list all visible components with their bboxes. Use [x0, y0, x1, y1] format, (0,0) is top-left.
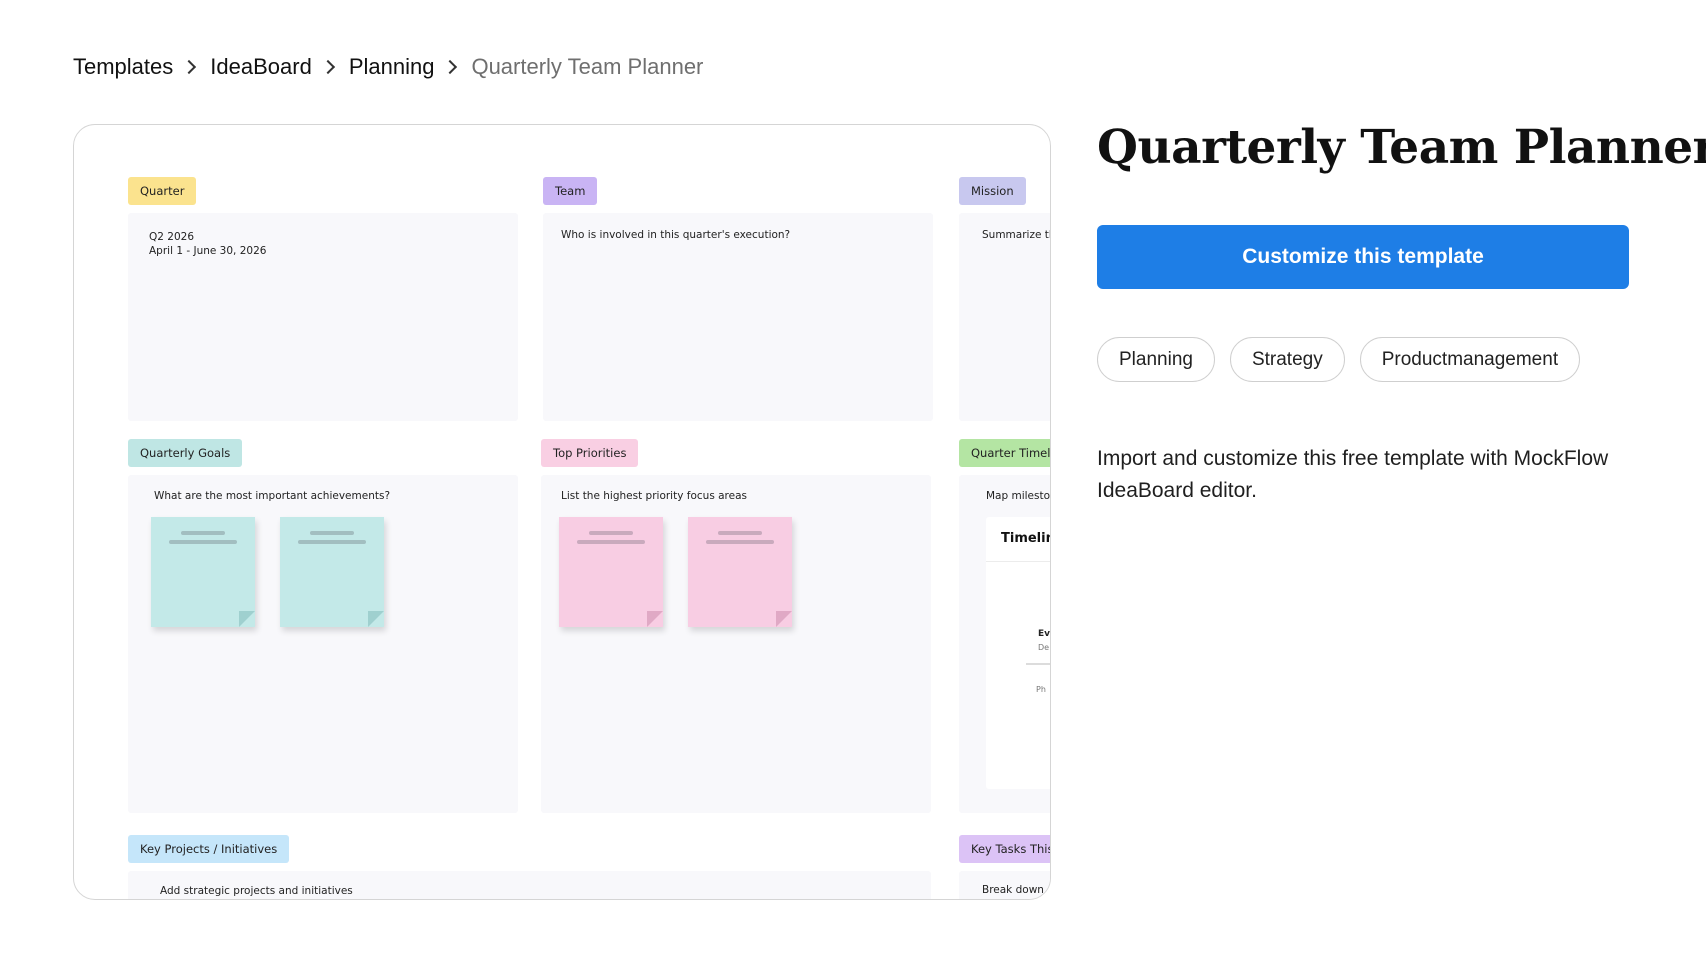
- projects-prompt: Add strategic projects and initiatives: [160, 885, 353, 897]
- tasks-prompt: Break down a: [982, 884, 1051, 896]
- sticky-note[interactable]: [688, 517, 792, 627]
- team-prompt: Who is involved in this quarter's execut…: [561, 229, 791, 241]
- page-title: Quarterly Team Planner: [1097, 120, 1706, 175]
- template-preview[interactable]: Quarter Q2 2026 April 1 - June 30, 2026 …: [73, 124, 1051, 900]
- quarter-range: April 1 - June 30, 2026: [149, 245, 267, 257]
- quarter-date: Q2 2026: [149, 231, 195, 243]
- mission-prompt: Summarize the: [982, 229, 1050, 241]
- tag-strategy[interactable]: Strategy: [1229, 337, 1345, 382]
- breadcrumb-templates[interactable]: Templates: [73, 54, 173, 80]
- team-tag: Team: [543, 177, 598, 205]
- sticky-note[interactable]: [280, 517, 384, 627]
- priorities-prompt: List the highest priority focus areas: [561, 490, 748, 502]
- sticky-note[interactable]: [151, 517, 255, 627]
- priorities-tag: Top Priorities: [541, 439, 639, 467]
- quarter-tag: Quarter: [128, 177, 197, 205]
- tag-productmanagement[interactable]: Productmanagement: [1359, 337, 1581, 382]
- board-canvas: Quarter Q2 2026 April 1 - June 30, 2026 …: [74, 125, 1051, 899]
- sticky-note[interactable]: [559, 517, 663, 627]
- mission-panel: [959, 213, 1050, 421]
- timeline-event-date: De: [1038, 643, 1050, 652]
- timeline-prompt: Map milestone: [986, 490, 1051, 502]
- team-panel: [543, 213, 933, 421]
- breadcrumb: Templates IdeaBoard Planning Quarterly T…: [73, 54, 703, 80]
- customize-template-button[interactable]: Customize this template: [1097, 225, 1629, 289]
- chevron-right-icon: [182, 59, 197, 75]
- tasks-tag: Key Tasks This Q: [959, 835, 1050, 863]
- breadcrumb-planning[interactable]: Planning: [349, 54, 435, 80]
- tag-planning[interactable]: Planning: [1097, 337, 1215, 382]
- breadcrumb-ideaboard[interactable]: IdeaBoard: [210, 54, 312, 80]
- timeline-phase: Ph: [1036, 685, 1046, 694]
- timeline-event: Ev: [1038, 629, 1051, 639]
- breadcrumb-current: Quarterly Team Planner: [471, 54, 704, 79]
- divider: [986, 561, 1050, 562]
- projects-tag: Key Projects / Initiatives: [128, 835, 290, 863]
- chevron-right-icon: [320, 59, 335, 75]
- timeline-card: Timelin Ev De Ph: [986, 517, 1051, 789]
- mission-tag: Mission: [959, 177, 1026, 205]
- timeline-card-title: Timelin: [1001, 531, 1051, 546]
- tag-list: Planning Strategy Productmanagement: [1097, 337, 1581, 382]
- timeline-line: [1026, 663, 1050, 665]
- goals-prompt: What are the most important achievements…: [154, 490, 391, 502]
- goals-tag: Quarterly Goals: [128, 439, 243, 467]
- chevron-right-icon: [443, 59, 458, 75]
- timeline-tag: Quarter Timelin: [959, 439, 1050, 467]
- template-description: Import and customize this free template …: [1097, 447, 1609, 502]
